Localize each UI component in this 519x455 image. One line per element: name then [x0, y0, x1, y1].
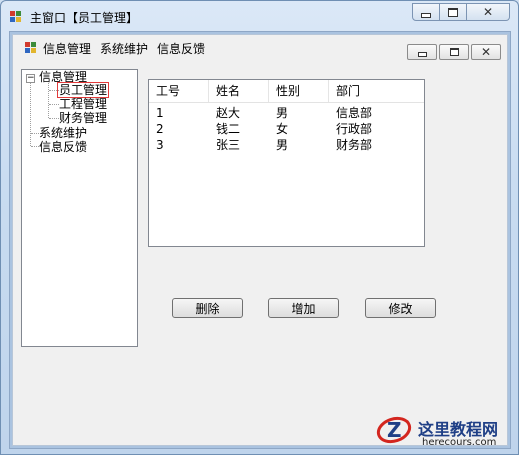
edit-button[interactable]: 修改 — [365, 298, 436, 318]
employee-list-view[interactable]: 工号 姓名 性别 部门 1 赵大 男 信息部 2 钱二 女 行政部 3 张三 男… — [148, 79, 425, 247]
table-row[interactable]: 1 赵大 男 信息部 — [149, 105, 424, 121]
mdi-child-icon[interactable] — [25, 42, 37, 54]
tree-line — [49, 118, 59, 119]
maximize-button[interactable] — [440, 3, 467, 21]
tree-node-system-maintenance[interactable]: 系统维护 — [39, 126, 87, 140]
tree-node-project-management[interactable]: 工程管理 — [59, 97, 107, 111]
cell-department: 财务部 — [336, 138, 373, 152]
close-icon: ✕ — [482, 5, 494, 19]
column-header-id[interactable]: 工号 — [149, 80, 209, 102]
main-window: 主窗口【员工管理】 ✕ 信息管理 系统维护 信息反馈 ✕ − 信息管理 员工管理… — [0, 0, 519, 455]
mdi-client-area: 信息管理 系统维护 信息反馈 ✕ − 信息管理 员工管理 工程管理 财务管理 系… — [9, 31, 511, 449]
restore-icon — [449, 48, 459, 56]
minimize-icon — [417, 52, 427, 57]
watermark-url: herecours.com — [422, 437, 497, 448]
column-header-department[interactable]: 部门 — [329, 80, 424, 102]
column-header-gender[interactable]: 性别 — [269, 80, 329, 102]
cell-department: 行政部 — [336, 122, 373, 136]
child-window: 信息管理 系统维护 信息反馈 ✕ − 信息管理 员工管理 工程管理 财务管理 系… — [12, 34, 508, 446]
cell-name: 张三 — [216, 138, 241, 152]
title-bar: 主窗口【员工管理】 — [10, 7, 138, 27]
column-header-name[interactable]: 姓名 — [209, 80, 269, 102]
cell-gender: 男 — [276, 138, 289, 152]
cell-id: 1 — [156, 106, 164, 120]
watermark: Z 这里教程网 herecours.com — [372, 415, 518, 453]
delete-button[interactable]: 删除 — [172, 298, 243, 318]
menu-item-info-feedback[interactable]: 信息反馈 — [157, 40, 205, 57]
cell-gender: 女 — [276, 122, 289, 136]
child-close-button[interactable]: ✕ — [471, 44, 501, 60]
tree-node-info-feedback[interactable]: 信息反馈 — [39, 140, 87, 154]
svg-text:Z: Z — [387, 418, 402, 442]
list-header: 工号 姓名 性别 部门 — [149, 80, 424, 103]
cell-id: 3 — [156, 138, 164, 152]
menu-item-info-management[interactable]: 信息管理 — [43, 40, 91, 57]
cell-name: 钱二 — [216, 122, 241, 136]
tree-line — [49, 104, 59, 105]
collapse-icon[interactable]: − — [26, 74, 35, 83]
cell-gender: 男 — [276, 106, 289, 120]
cell-department: 信息部 — [336, 106, 373, 120]
table-row[interactable]: 3 张三 男 财务部 — [149, 137, 424, 153]
app-icon — [10, 11, 22, 23]
tree-line — [48, 83, 49, 118]
watermark-logo-icon: Z — [376, 416, 412, 444]
window-title: 主窗口【员工管理】 — [30, 10, 139, 25]
menu-item-system-maintenance[interactable]: 系统维护 — [100, 40, 148, 57]
window-caption-buttons: ✕ — [412, 3, 510, 21]
table-row[interactable]: 2 钱二 女 行政部 — [149, 121, 424, 137]
child-caption-buttons: ✕ — [405, 44, 501, 60]
tree-node-info-management[interactable]: 信息管理 — [39, 70, 87, 84]
cell-name: 赵大 — [216, 106, 241, 120]
cell-id: 2 — [156, 122, 164, 136]
child-minimize-button[interactable] — [407, 44, 437, 60]
tree-line — [30, 83, 31, 146]
minimize-icon — [421, 12, 431, 18]
add-button[interactable]: 增加 — [268, 298, 339, 318]
tree-view[interactable]: − 信息管理 员工管理 工程管理 财务管理 系统维护 信息反馈 — [21, 69, 138, 347]
close-button[interactable]: ✕ — [467, 3, 510, 21]
close-icon: ✕ — [480, 45, 492, 59]
child-restore-button[interactable] — [439, 44, 469, 60]
tree-node-employee-management[interactable]: 员工管理 — [56, 82, 110, 98]
minimize-button[interactable] — [412, 3, 440, 21]
tree-node-finance-management[interactable]: 财务管理 — [59, 111, 107, 125]
maximize-icon — [448, 7, 458, 17]
